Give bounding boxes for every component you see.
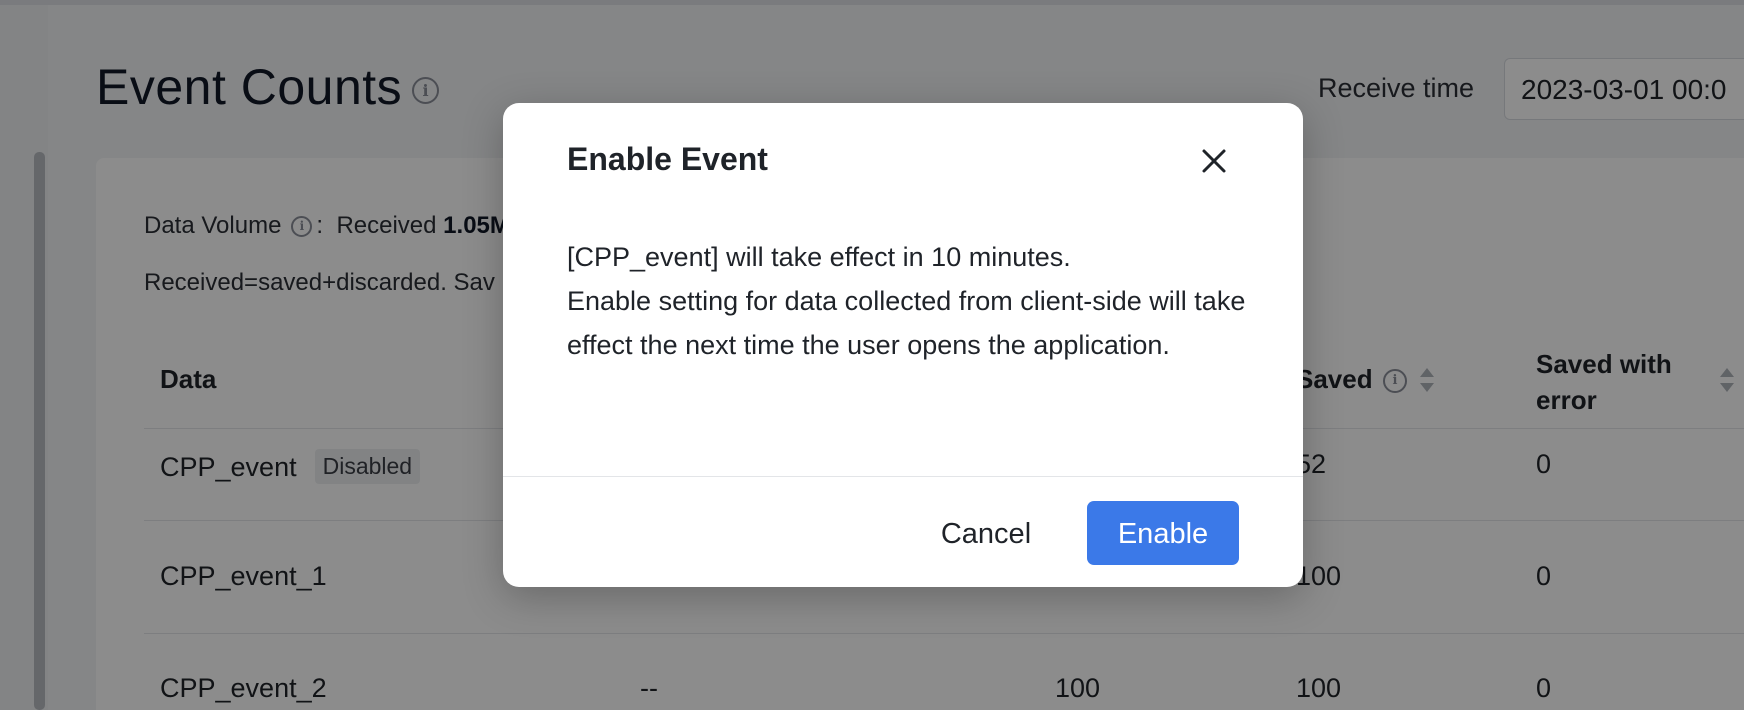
cancel-button[interactable]: Cancel <box>906 507 1066 559</box>
dialog-divider <box>503 476 1303 477</box>
dialog-message-line-1: [CPP_event] will take effect in 10 minut… <box>567 242 1071 272</box>
close-icon[interactable] <box>1196 143 1232 179</box>
dialog-message-line-2: Enable setting for data collected from c… <box>567 286 1246 360</box>
enable-button[interactable]: Enable <box>1087 501 1239 565</box>
dialog-title: Enable Event <box>567 141 768 177</box>
app-root: Event Counts i Receive time 2023-03-01 0… <box>0 0 1744 710</box>
dialog-message: [CPP_event] will take effect in 10 minut… <box>567 235 1247 367</box>
